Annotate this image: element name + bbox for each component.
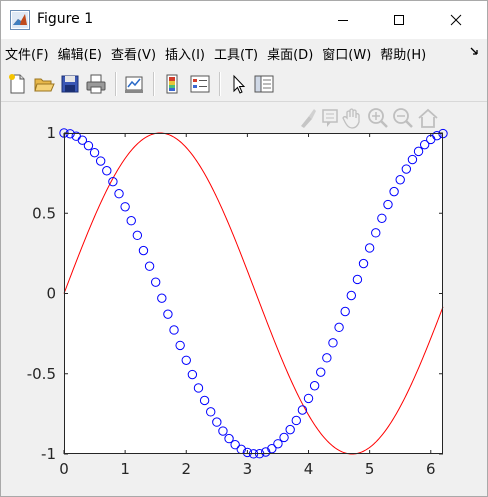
y-tick-label: -1 bbox=[41, 445, 56, 463]
axes-background[interactable] bbox=[64, 133, 443, 454]
link-plot-icon[interactable] bbox=[123, 73, 145, 95]
double-chevron-right-icon[interactable] bbox=[469, 45, 481, 59]
x-tick-label: 6 bbox=[426, 460, 436, 478]
figure-window: Figure 1 文件(F) 编辑(E) 查看(V) 插入(I) 工具(T) 桌… bbox=[0, 0, 488, 497]
y-tick-label: -0.5 bbox=[27, 365, 56, 383]
close-icon bbox=[450, 14, 462, 26]
y-tick-label: 0 bbox=[46, 285, 56, 303]
minimize-button[interactable] bbox=[320, 1, 366, 39]
y-tick-label: 0.5 bbox=[32, 204, 56, 222]
toolbar-separator bbox=[219, 72, 221, 96]
menu-view[interactable]: 查看(V) bbox=[107, 44, 159, 63]
x-tick-label: 1 bbox=[120, 460, 130, 478]
menu-bar: 文件(F) 编辑(E) 查看(V) 插入(I) 工具(T) 桌面(D) 窗口(W… bbox=[1, 39, 487, 67]
insert-legend-icon[interactable] bbox=[189, 73, 211, 95]
maximize-button[interactable] bbox=[376, 1, 422, 39]
toolbar-separator bbox=[153, 72, 155, 96]
toolbar-separator bbox=[115, 72, 117, 96]
menu-window[interactable]: 窗口(W) bbox=[318, 44, 374, 63]
menu-help[interactable]: 帮助(H) bbox=[376, 44, 429, 63]
x-tick-label: 5 bbox=[365, 460, 375, 478]
figure-canvas: 0 1 2 3 4 5 6 -1 -0.5 0 0.5 1 bbox=[1, 102, 487, 496]
insert-colorbar-icon[interactable] bbox=[161, 73, 183, 95]
y-tick-label: 1 bbox=[46, 124, 56, 142]
x-tick-label: 2 bbox=[181, 460, 191, 478]
print-icon[interactable] bbox=[85, 73, 107, 95]
minimize-icon bbox=[338, 20, 348, 21]
figure-toolbar bbox=[1, 67, 487, 102]
menu-edit[interactable]: 编辑(E) bbox=[54, 44, 105, 63]
property-inspector-icon[interactable] bbox=[253, 73, 275, 95]
title-bar: Figure 1 bbox=[1, 1, 487, 39]
x-tick-label: 4 bbox=[304, 460, 314, 478]
close-button[interactable] bbox=[433, 1, 479, 39]
new-figure-icon[interactable] bbox=[7, 73, 29, 95]
open-file-icon[interactable] bbox=[33, 73, 55, 95]
maximize-icon bbox=[394, 15, 404, 25]
menu-tools[interactable]: 工具(T) bbox=[210, 44, 261, 63]
matlab-logo-icon bbox=[10, 10, 30, 30]
window-title: Figure 1 bbox=[37, 11, 94, 27]
menu-desktop[interactable]: 桌面(D) bbox=[263, 44, 316, 63]
save-icon[interactable] bbox=[59, 73, 81, 95]
plot-area: 0 1 2 3 4 5 6 -1 -0.5 0 0.5 1 bbox=[27, 124, 448, 478]
edit-plot-icon[interactable] bbox=[227, 73, 249, 95]
menu-file[interactable]: 文件(F) bbox=[1, 44, 52, 63]
x-tick-label: 0 bbox=[59, 460, 69, 478]
x-tick-label: 3 bbox=[243, 460, 253, 478]
menu-insert[interactable]: 插入(I) bbox=[161, 44, 208, 63]
